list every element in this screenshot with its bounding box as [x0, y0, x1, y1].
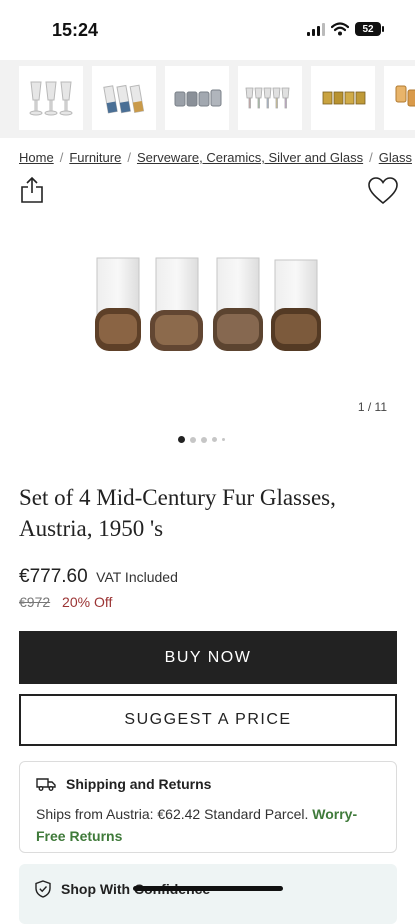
shipping-header: Shipping and Returns [36, 776, 211, 792]
discount-line: €972 20% Off [19, 594, 112, 610]
battery-level: 52 [362, 23, 374, 35]
discount-badge: 20% Off [62, 594, 113, 610]
thumbnail-colored-stem-glasses[interactable] [238, 66, 302, 130]
thumbnail-stemmed-glasses[interactable] [19, 66, 83, 130]
thumbnail-blue-base-glasses[interactable] [92, 66, 156, 130]
breadcrumb-separator: / [369, 150, 373, 165]
buy-now-button[interactable]: BUY NOW [19, 631, 397, 684]
thumbnail-grey-tumblers[interactable] [165, 66, 229, 130]
breadcrumb-separator: / [127, 150, 131, 165]
image-counter: 1 / 11 [357, 400, 387, 414]
delivery-truck-icon [36, 778, 56, 791]
breadcrumb-glass[interactable]: Glass [379, 150, 412, 165]
favorite-heart-icon[interactable] [367, 176, 399, 206]
shipping-details: Ships from Austria: €62.42 Standard Parc… [36, 803, 376, 847]
battery-icon: 52 [355, 22, 384, 36]
product-title: Set of 4 Mid-Century Fur Glasses, Austri… [19, 485, 336, 541]
original-price: €972 [19, 594, 51, 610]
product-image[interactable] [85, 248, 330, 360]
thumbnail-amber-glasses[interactable] [384, 66, 415, 130]
status-bar: 15:24 52 [0, 0, 415, 60]
signal-icon [307, 22, 325, 36]
carousel-dot-active[interactable] [178, 436, 185, 443]
price-line: €777.60 VAT Included [19, 566, 178, 588]
carousel-dots[interactable] [178, 436, 225, 443]
shipping-cost-text: Ships from Austria: €62.42 Standard Parc… [36, 806, 309, 822]
wifi-icon [331, 22, 349, 36]
breadcrumb-serveware[interactable]: Serveware, Ceramics, Silver and Glass [137, 150, 363, 165]
carousel-dot[interactable] [222, 438, 225, 441]
carousel-dot[interactable] [201, 436, 207, 443]
carousel-dot[interactable] [190, 436, 196, 443]
status-time: 15:24 [52, 20, 99, 40]
shipping-title: Shipping and Returns [66, 776, 212, 792]
breadcrumb-furniture[interactable]: Furniture [69, 150, 121, 165]
shipping-card: Shipping and Returns Ships from Austria:… [19, 761, 397, 853]
current-price: €777.60 [19, 566, 88, 587]
suggest-price-button[interactable]: SUGGEST A PRICE [19, 694, 397, 746]
carousel-dot[interactable] [212, 437, 217, 442]
breadcrumb-home[interactable]: Home [19, 150, 54, 165]
vat-note: VAT Included [96, 569, 178, 585]
breadcrumb: Home / Furniture / Serveware, Ceramics, Silv… [19, 150, 412, 165]
thumbnail-strip[interactable] [0, 60, 415, 138]
shop-with-confidence-card[interactable]: Shop With Confidence [19, 864, 397, 924]
shield-check-icon [35, 880, 51, 898]
share-icon[interactable] [20, 176, 44, 204]
home-indicator [133, 886, 283, 891]
breadcrumb-separator: / [59, 150, 64, 165]
status-icons: 52 [307, 22, 384, 36]
thumbnail-gold-glasses[interactable] [311, 66, 375, 130]
